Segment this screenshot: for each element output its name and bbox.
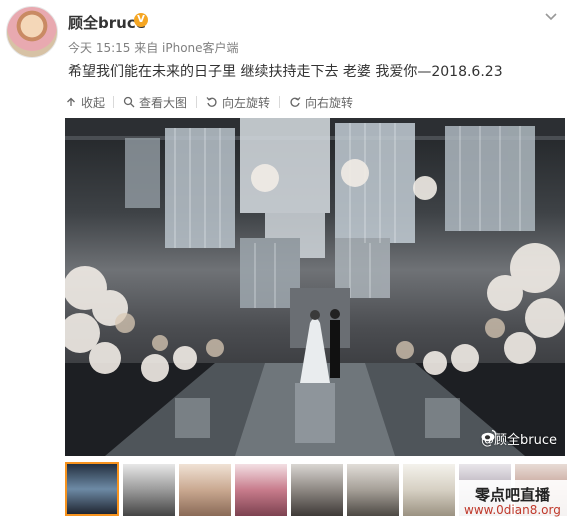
wedding-photo-illustration <box>65 118 565 456</box>
rotate-left-button[interactable]: 向左旋转 <box>206 92 270 112</box>
wedding-photo[interactable]: @顾全bruce <box>65 118 565 456</box>
thumbnail-4[interactable] <box>235 464 287 516</box>
post-text: 希望我们能在未来的日子里 继续扶持走下去 老婆 我爱你—2018.6.23 <box>68 64 503 80</box>
photo-watermark: @顾全bruce <box>481 429 557 448</box>
thumbnail-7[interactable] <box>403 464 455 516</box>
rotate-right-label: 向右旋转 <box>305 95 354 110</box>
site-logo-title: 零点吧直播 <box>475 486 551 504</box>
view-large-button[interactable]: 查看大图 <box>123 92 187 112</box>
thumbnail-1[interactable] <box>65 462 119 516</box>
view-large-label: 查看大图 <box>139 95 188 110</box>
magnifier-icon <box>123 96 135 108</box>
weibo-logo-icon <box>481 429 497 442</box>
thumbnail-3[interactable] <box>179 464 231 516</box>
collapse-label: 收起 <box>81 95 106 110</box>
toolbar-divider <box>196 96 197 108</box>
collapse-button[interactable]: 收起 <box>65 92 105 112</box>
chevron-down-icon[interactable] <box>544 10 558 24</box>
thumbnail-2[interactable] <box>123 464 175 516</box>
toolbar-divider <box>113 96 114 108</box>
rotate-right-button[interactable]: 向右旋转 <box>289 92 353 112</box>
verified-badge-icon: V <box>134 13 148 27</box>
thumbnail-5[interactable] <box>291 464 343 516</box>
post-meta: 今天 15:15 来自 iPhone客户端 <box>68 41 239 55</box>
media-toolbar: 收起 查看大图 向左旋转 向右旋转 <box>65 92 565 112</box>
rotate-right-icon <box>290 97 301 107</box>
site-logo-url: www.0dian8.org <box>464 503 561 517</box>
rotate-left-icon <box>206 97 217 107</box>
toolbar-divider <box>279 96 280 108</box>
thumbnail-6[interactable] <box>347 464 399 516</box>
avatar[interactable] <box>6 6 58 58</box>
collapse-icon <box>67 97 75 106</box>
rotate-left-label: 向左旋转 <box>222 95 271 110</box>
